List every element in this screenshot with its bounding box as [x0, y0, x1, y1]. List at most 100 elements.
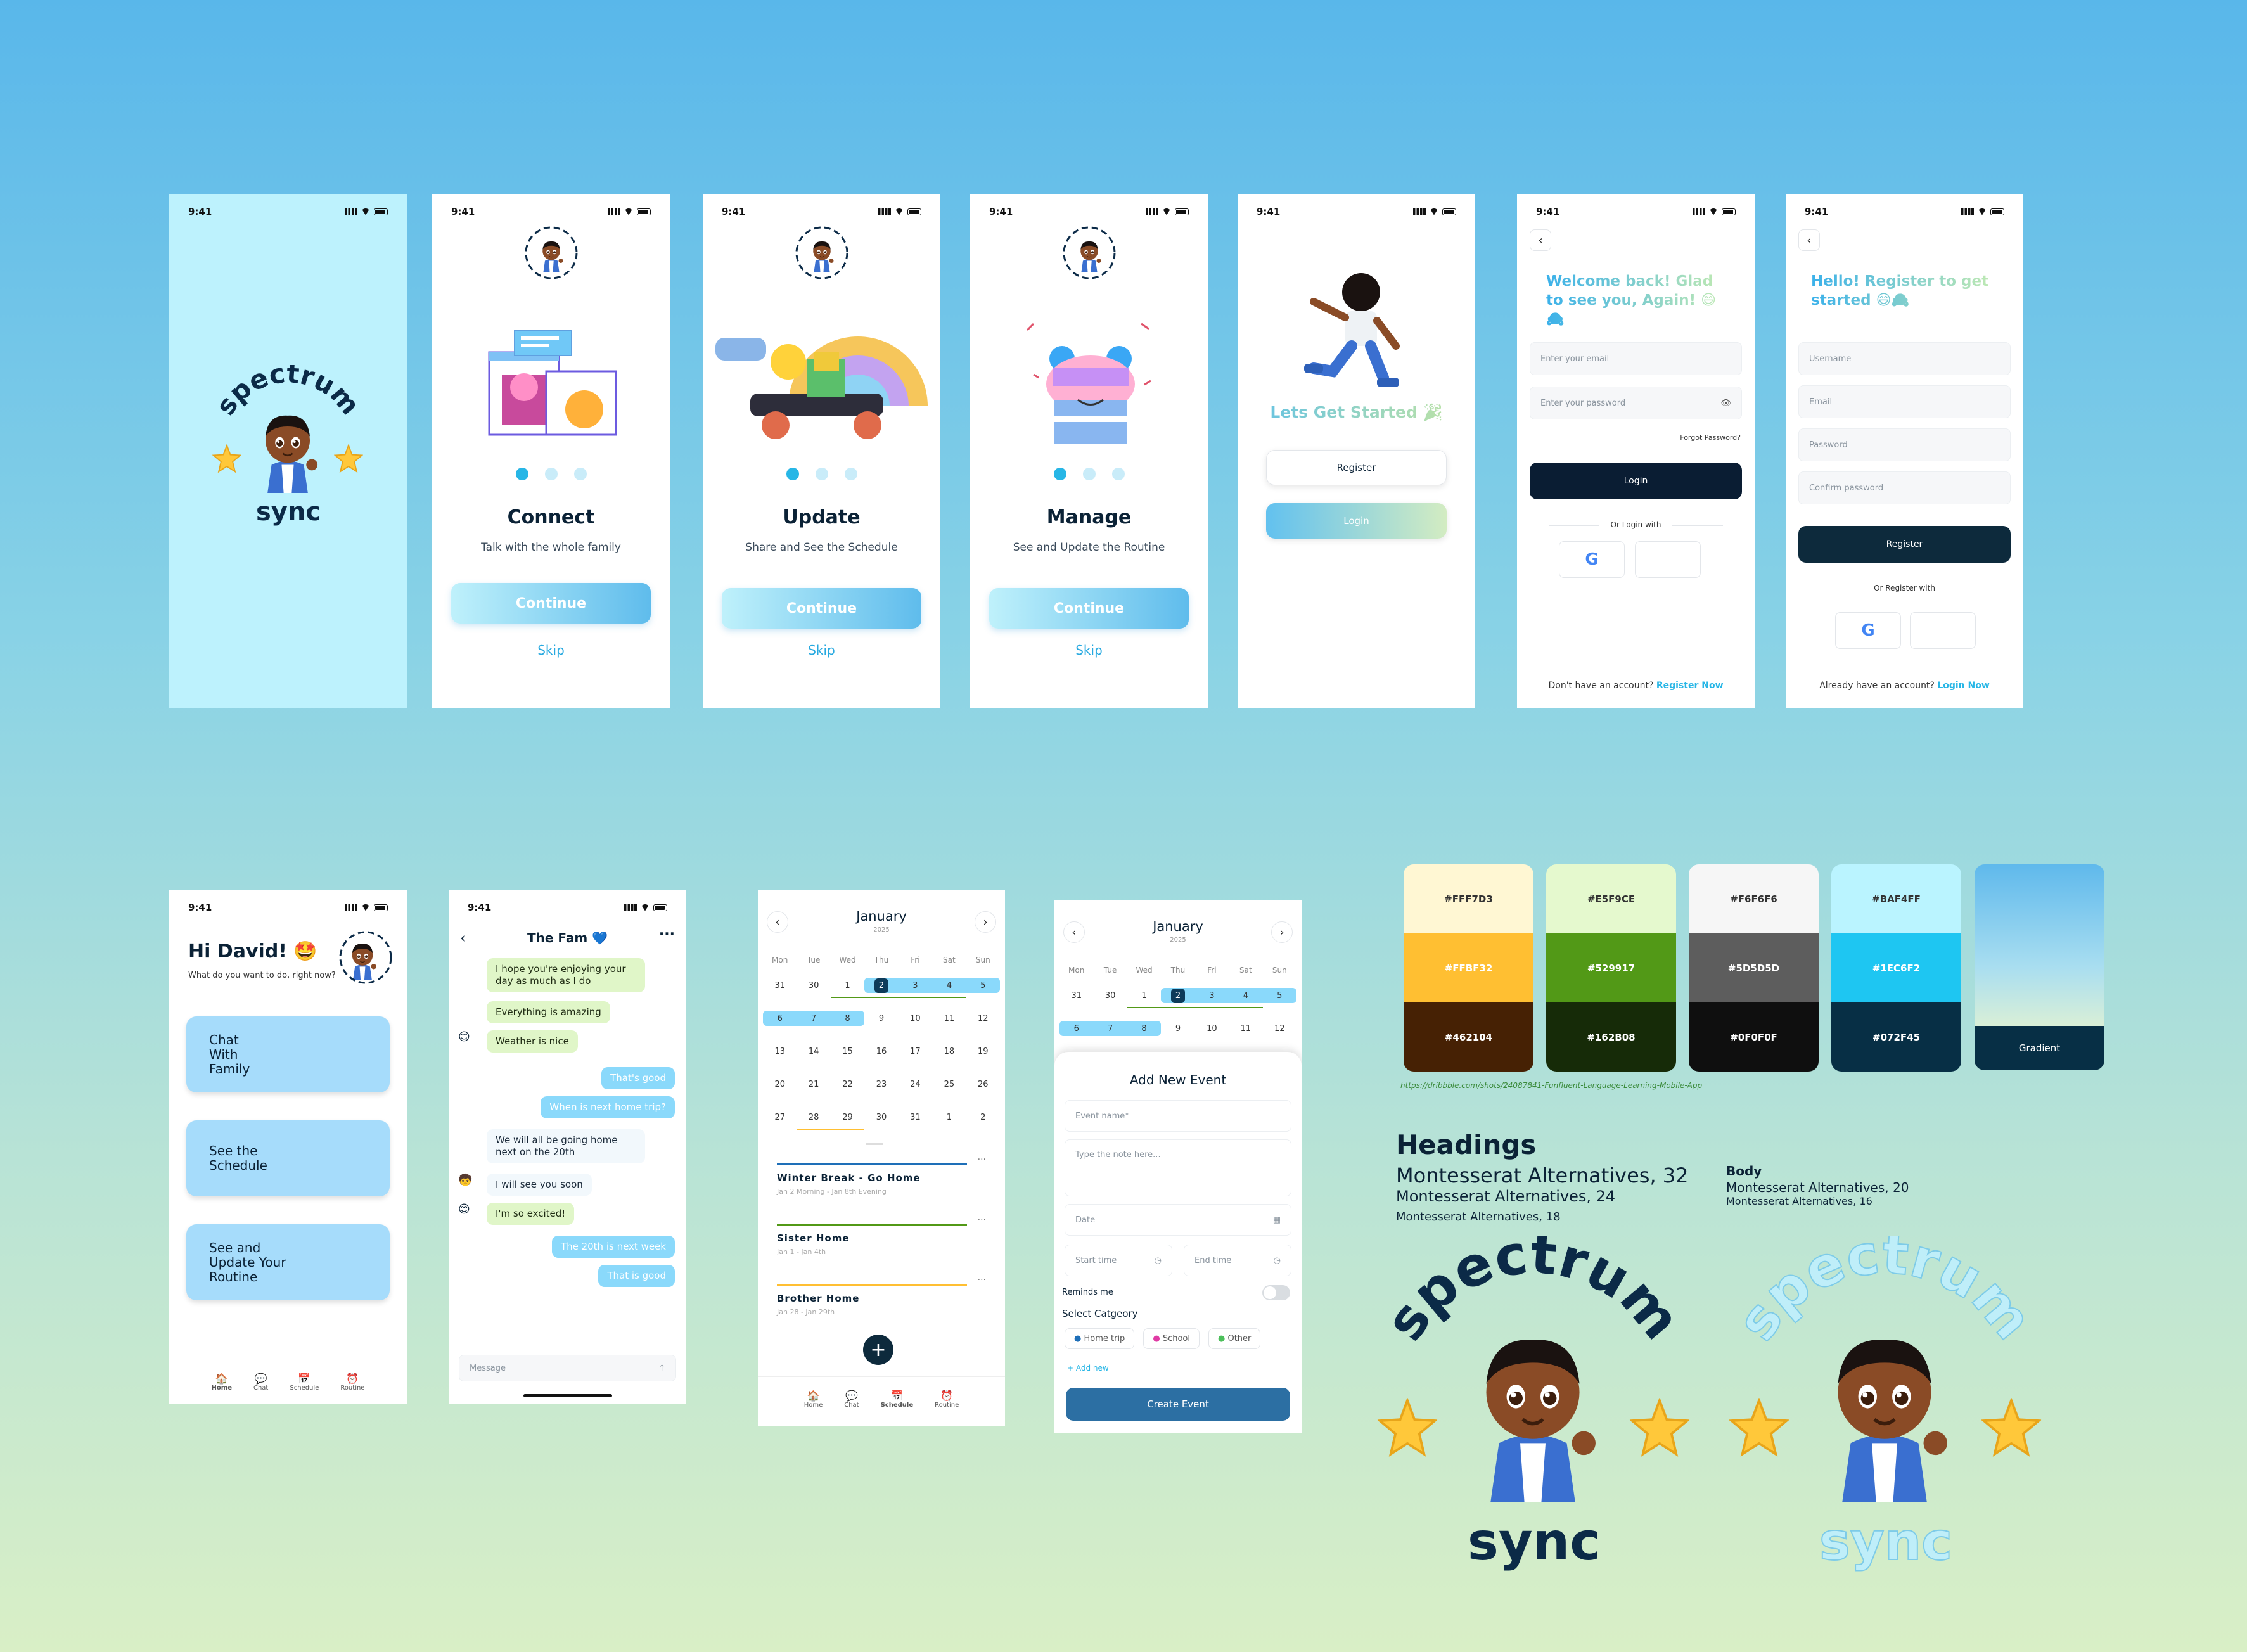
- update-routine-card[interactable]: See and Update Your Routine: [186, 1224, 390, 1300]
- email-field[interactable]: Enter your email: [1530, 342, 1742, 375]
- nav-routine[interactable]: ⏰ Routine: [340, 1373, 364, 1392]
- calendar-day[interactable]: 18: [932, 1035, 966, 1068]
- register-button[interactable]: Register: [1266, 450, 1447, 485]
- calendar-day[interactable]: 24: [899, 1068, 932, 1101]
- google-register-button[interactable]: G: [1835, 612, 1901, 649]
- event-name-field[interactable]: Event name*: [1065, 1100, 1291, 1132]
- google-login-button[interactable]: G: [1559, 541, 1625, 578]
- dribbble-link[interactable]: https://dribbble.com/shots/24087841-Funf…: [1400, 1081, 1702, 1090]
- calendar-day[interactable]: 8: [1127, 1012, 1162, 1045]
- calendar-day[interactable]: 28: [797, 1101, 831, 1134]
- calendar-day[interactable]: 1: [932, 1101, 966, 1134]
- event-name[interactable]: Sister Home: [777, 1233, 850, 1244]
- calendar-day[interactable]: 20: [763, 1068, 797, 1101]
- event-name[interactable]: Winter Break - Go Home: [777, 1172, 921, 1184]
- end-time-field[interactable]: End time ◷: [1184, 1245, 1291, 1276]
- calendar-day[interactable]: 1: [1127, 979, 1162, 1012]
- calendar-day[interactable]: 2: [864, 969, 899, 1002]
- add-category-link[interactable]: + Add new: [1067, 1364, 1109, 1373]
- send-icon[interactable]: ↑: [658, 1364, 665, 1373]
- password-field[interactable]: Enter your password 👁: [1530, 387, 1742, 419]
- register-now-link[interactable]: Register Now: [1656, 681, 1724, 691]
- next-month-button[interactable]: ›: [975, 911, 996, 933]
- event-note-field[interactable]: Type the note here...: [1065, 1139, 1291, 1196]
- calendar-day[interactable]: 9: [864, 1002, 898, 1035]
- login-button[interactable]: Login: [1266, 503, 1447, 539]
- calendar-day[interactable]: 16: [864, 1035, 898, 1068]
- password-field[interactable]: Password: [1798, 428, 2011, 461]
- calendar-day[interactable]: 15: [831, 1035, 864, 1068]
- chat-with-family-card[interactable]: Chat With Family: [186, 1016, 390, 1092]
- calendar-day[interactable]: 1: [830, 969, 865, 1002]
- remind-toggle[interactable]: [1262, 1285, 1290, 1300]
- calendar-day[interactable]: 22: [831, 1068, 864, 1101]
- start-time-field[interactable]: Start time ◷: [1065, 1245, 1172, 1276]
- nav-chat[interactable]: 💬 Chat: [253, 1373, 268, 1392]
- nav-schedule[interactable]: 📅 Schedule: [290, 1373, 319, 1392]
- calendar-day[interactable]: 11: [932, 1002, 966, 1035]
- calendar-day[interactable]: 2: [966, 1101, 1000, 1134]
- forgot-password-link[interactable]: Forgot Password?: [1680, 433, 1741, 442]
- login-now-link[interactable]: Login Now: [1937, 681, 1989, 691]
- calendar-day[interactable]: 3: [1194, 979, 1229, 1012]
- back-button[interactable]: ‹: [1530, 229, 1551, 251]
- calendar-day[interactable]: 8: [830, 1002, 865, 1035]
- calendar-day[interactable]: 12: [1263, 1012, 1296, 1045]
- calendar-day[interactable]: 25: [932, 1068, 966, 1101]
- more-options-icon[interactable]: ···: [659, 926, 675, 942]
- calendar-day[interactable]: 10: [1195, 1012, 1229, 1045]
- calendar-day[interactable]: 19: [966, 1035, 1000, 1068]
- calendar-day[interactable]: 31: [1059, 979, 1093, 1012]
- login-submit-button[interactable]: Login: [1530, 463, 1742, 499]
- calendar-day[interactable]: 13: [763, 1035, 797, 1068]
- create-event-button[interactable]: Create Event: [1066, 1388, 1290, 1421]
- nav-schedule[interactable]: 📅 Schedule: [881, 1390, 914, 1409]
- calendar-day[interactable]: 30: [797, 969, 830, 1002]
- skip-link[interactable]: Skip: [432, 643, 670, 658]
- register-submit-button[interactable]: Register: [1798, 526, 2011, 563]
- username-field[interactable]: Username: [1798, 342, 2011, 375]
- calendar-day[interactable]: 26: [966, 1068, 1000, 1101]
- event-more-icon[interactable]: ···: [978, 1155, 986, 1165]
- apple-register-button[interactable]: [1910, 612, 1976, 649]
- see-schedule-card[interactable]: See the Schedule: [186, 1120, 390, 1196]
- calendar-day[interactable]: 10: [899, 1002, 932, 1035]
- calendar-day[interactable]: 2: [1161, 979, 1195, 1012]
- calendar-day[interactable]: 6: [1059, 1012, 1094, 1045]
- calendar-day[interactable]: 4: [1229, 979, 1263, 1012]
- next-month-button[interactable]: ›: [1271, 921, 1293, 943]
- back-button[interactable]: ‹: [1798, 229, 1820, 251]
- calendar-day[interactable]: 9: [1161, 1012, 1194, 1045]
- calendar-day[interactable]: 30: [864, 1101, 898, 1134]
- calendar-day[interactable]: 29: [830, 1101, 865, 1134]
- calendar-day[interactable]: 3: [898, 969, 933, 1002]
- nav-chat[interactable]: 💬 Chat: [844, 1390, 859, 1409]
- calendar-day[interactable]: 30: [1093, 979, 1127, 1012]
- category-chip-other[interactable]: ● Other: [1208, 1328, 1261, 1349]
- skip-link[interactable]: Skip: [970, 643, 1208, 658]
- date-field[interactable]: Date ▦: [1065, 1204, 1291, 1236]
- event-name[interactable]: Brother Home: [777, 1293, 859, 1304]
- continue-button[interactable]: Continue: [989, 588, 1189, 629]
- calendar-day[interactable]: 14: [797, 1035, 830, 1068]
- calendar-day[interactable]: 27: [763, 1101, 797, 1134]
- calendar-day[interactable]: 5: [1262, 979, 1296, 1012]
- continue-button[interactable]: Continue: [451, 583, 651, 624]
- drag-handle[interactable]: [866, 1143, 883, 1145]
- calendar-day[interactable]: 23: [864, 1068, 898, 1101]
- avatar[interactable]: [337, 929, 394, 986]
- message-input[interactable]: Message ↑: [459, 1355, 676, 1381]
- add-event-button[interactable]: +: [863, 1335, 893, 1365]
- category-chip-home-trip[interactable]: ● Home trip: [1065, 1328, 1135, 1349]
- nav-home[interactable]: 🏠 Home: [804, 1390, 823, 1409]
- calendar-day[interactable]: 4: [932, 969, 966, 1002]
- apple-login-button[interactable]: [1635, 541, 1701, 578]
- calendar-day[interactable]: 11: [1229, 1012, 1262, 1045]
- calendar-day[interactable]: 31: [899, 1101, 932, 1134]
- confirm-password-field[interactable]: Confirm password: [1798, 471, 2011, 504]
- continue-button[interactable]: Continue: [722, 588, 921, 629]
- skip-link[interactable]: Skip: [703, 643, 940, 658]
- calendar-day[interactable]: 21: [797, 1068, 830, 1101]
- calendar-day[interactable]: 12: [966, 1002, 1000, 1035]
- nav-routine[interactable]: ⏰ Routine: [935, 1390, 959, 1409]
